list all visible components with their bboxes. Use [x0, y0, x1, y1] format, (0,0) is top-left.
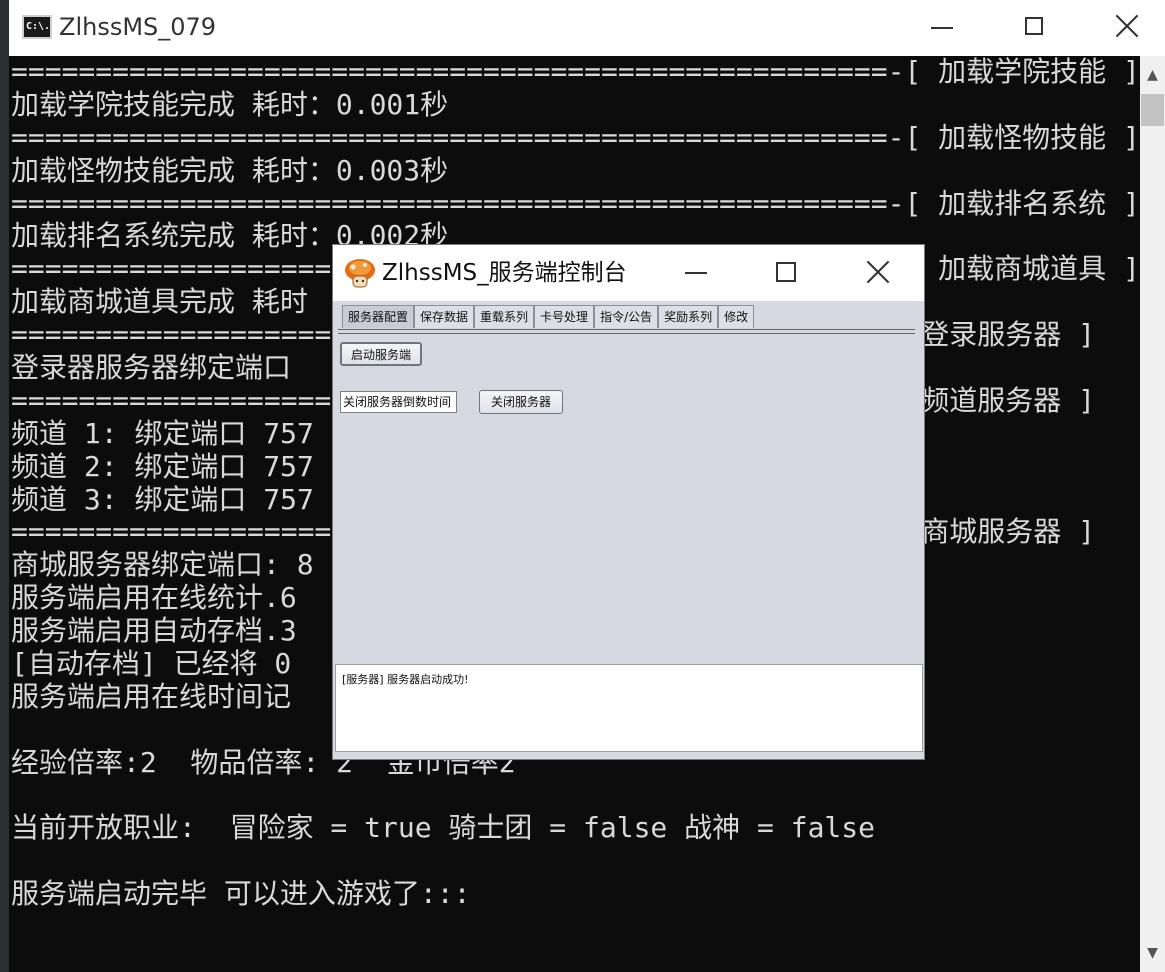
dialog-tab-bar: 服务器配置 保存数据 重载系列 卡号处理 指令/公告 奖励系列 修改: [342, 305, 755, 329]
console-line: ========================================…: [11, 56, 1139, 88]
minimize-button[interactable]: [897, 0, 989, 56]
tab-modify[interactable]: 修改: [718, 305, 755, 328]
tab-commands-announcements[interactable]: 指令/公告: [594, 305, 659, 328]
tab-divider: [338, 329, 915, 334]
close-button[interactable]: [1081, 0, 1165, 56]
shutdown-server-button[interactable]: 关闭服务器: [479, 390, 563, 414]
scroll-thumb[interactable]: [1141, 94, 1164, 126]
scroll-down-arrow-icon[interactable]: ▼: [1140, 934, 1165, 972]
tab-save-data[interactable]: 保存数据: [414, 305, 475, 328]
console-scrollbar[interactable]: ▲ ▼: [1140, 56, 1165, 972]
tab-reload-series[interactable]: 重载系列: [474, 305, 535, 328]
minimize-icon: [685, 272, 707, 274]
dialog-maximize-button[interactable]: [763, 245, 809, 301]
tab-reward-series[interactable]: 奖励系列: [658, 305, 719, 328]
console-app-icon: C:\.: [22, 15, 52, 39]
console-title: ZlhssMS_079: [59, 13, 217, 41]
shutdown-countdown-input[interactable]: 关闭服务器倒数时间: [340, 391, 457, 413]
console-line: 加载怪物技能完成 耗时：0.003秒: [11, 153, 449, 187]
close-icon: [866, 260, 890, 284]
tab-server-config[interactable]: 服务器配置: [342, 305, 415, 328]
dialog-title: ZlhssMS_服务端控制台: [382, 260, 627, 286]
maximize-icon: [776, 262, 796, 282]
dialog-minimize-button[interactable]: [673, 245, 719, 301]
log-message: [服务器] 服务器启动成功!: [342, 673, 469, 686]
scroll-up-arrow-icon[interactable]: ▲: [1140, 56, 1165, 94]
console-line: 服务端启动完毕 可以进入游戏了:::: [11, 877, 471, 911]
console-line: 加载学院技能完成 耗时：0.001秒: [11, 87, 449, 121]
console-line: ========================================…: [11, 120, 1139, 154]
close-icon: [1115, 14, 1139, 38]
start-server-button[interactable]: 启动服务端: [340, 342, 422, 366]
console-titlebar: C:\. ZlhssMS_079: [9, 0, 1165, 56]
tab-account-processing[interactable]: 卡号处理: [534, 305, 595, 328]
console-line: ========================================…: [11, 186, 1139, 220]
log-textarea[interactable]: [服务器] 服务器启动成功!: [335, 664, 923, 752]
server-control-dialog: ZlhssMS_服务端控制台 服务器配置 保存数据 重载系列 卡号处理 指令/公…: [332, 244, 925, 760]
mushroom-icon: [345, 259, 375, 288]
maximize-icon: [1025, 17, 1043, 35]
dialog-close-button[interactable]: [853, 245, 903, 301]
dialog-titlebar[interactable]: ZlhssMS_服务端控制台: [333, 245, 924, 301]
maximize-button[interactable]: [989, 0, 1081, 56]
console-line: 当前开放职业: 冒险家 = true 骑士团 = false 战神 = fals…: [11, 811, 876, 845]
minimize-icon: [931, 27, 953, 29]
